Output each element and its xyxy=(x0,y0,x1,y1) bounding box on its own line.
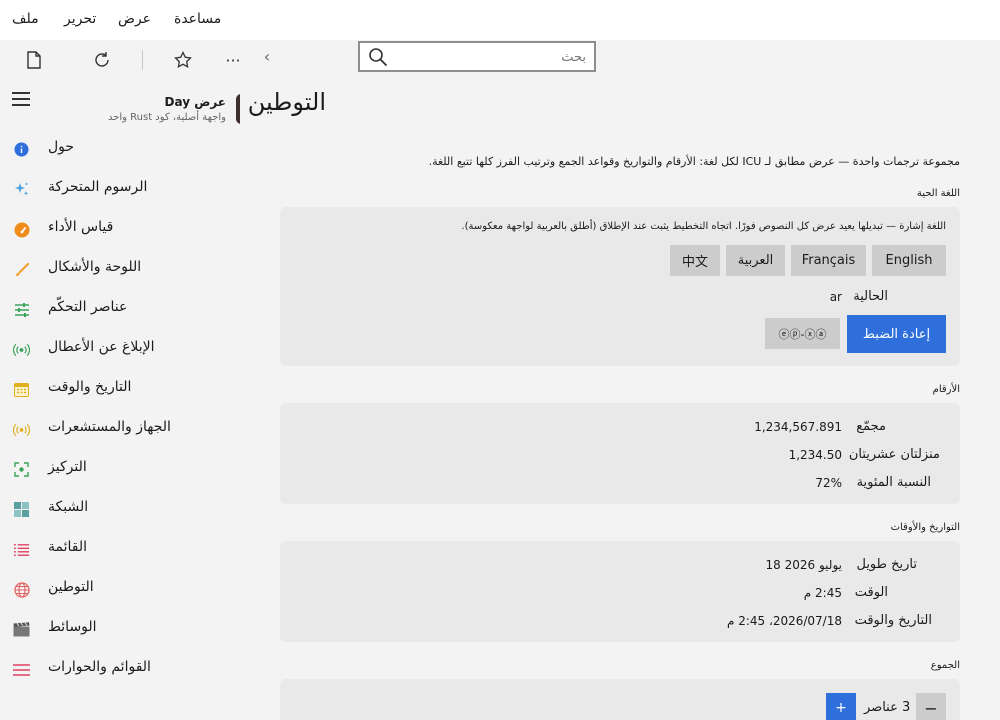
clapperboard-icon xyxy=(13,621,30,638)
sidebar-item-label: الوسائط xyxy=(48,619,97,635)
info-icon xyxy=(13,141,30,158)
number-row-value: 1,234,567.891 xyxy=(754,420,842,434)
pseudo-locale-button[interactable]: ⓔⓟ-ⓧⓐ xyxy=(765,318,840,349)
sparkle-icon xyxy=(13,181,30,198)
number-row-label: مجمّع xyxy=(856,419,886,434)
menu-file[interactable]: ملف xyxy=(12,11,39,27)
sidebar-item-label: الشبكة xyxy=(48,499,89,515)
language-button-arabic[interactable]: العربية xyxy=(726,245,785,276)
live-language-card: اللغة إشارة — تبديلها يعيد عرض كل النصوص… xyxy=(280,207,960,366)
sidebar-item-media[interactable]: الوسائط xyxy=(0,609,240,649)
sidebar-item-device-sensors[interactable]: الجهاز والمستشعرات xyxy=(0,409,240,449)
favorite-button[interactable] xyxy=(171,48,195,72)
sidebar-item-animations[interactable]: الرسوم المتحركة xyxy=(0,169,240,209)
language-button-english[interactable]: English xyxy=(872,245,946,276)
number-row-value: 72% xyxy=(815,476,842,490)
back-button[interactable]: ‹ xyxy=(255,44,279,68)
sensor-icon xyxy=(13,421,30,438)
search-icon[interactable] xyxy=(368,47,388,67)
section-title-numbers: الأرقام xyxy=(932,384,960,395)
date-row-value: 2026/07/18، 2:45 م xyxy=(726,614,842,628)
sidebar-item-controls[interactable]: عناصر التحكّم xyxy=(0,289,240,329)
reset-button[interactable]: إعادة الضبط xyxy=(847,315,946,353)
sidebar-item-list[interactable]: القائمة xyxy=(0,529,240,569)
sidebar-item-label: التركيز xyxy=(48,459,87,475)
section-title-dates: التواريخ والأوقات xyxy=(890,522,960,533)
section-title-live-language: اللغة الحية xyxy=(916,188,960,199)
new-document-button[interactable] xyxy=(22,48,46,72)
date-row-label: تاريخ طويل xyxy=(856,557,917,572)
number-row-value: 1,234.50 xyxy=(788,448,842,462)
plural-count-text: 3 عناصر xyxy=(864,700,911,715)
sidebar-item-date-time[interactable]: التاريخ والوقت xyxy=(0,369,240,409)
sidebar-item-canvas[interactable]: اللوحة والأشكال xyxy=(0,249,240,289)
increment-button[interactable]: + xyxy=(826,693,856,720)
main-content: التوطين مجموعة ترجمات واحدة — عرض مطابق … xyxy=(240,80,1000,720)
app-subtitle: واجهة أصلية، كود Rust واحد xyxy=(107,112,226,123)
menu-view[interactable]: عرض xyxy=(118,11,151,27)
sidebar-item-label: التوطين xyxy=(48,579,94,595)
app-title: عرض Day xyxy=(164,95,227,109)
live-language-note: اللغة إشارة — تبديلها يعيد عرض كل النصوص… xyxy=(461,221,946,232)
date-row-value: 2:45 م xyxy=(803,586,842,600)
sliders-icon xyxy=(13,301,30,318)
sidebar-item-label: اللوحة والأشكال xyxy=(48,259,142,275)
sidebar-item-label: التاريخ والوقت xyxy=(48,379,132,395)
hamburger-menu-icon[interactable] xyxy=(12,92,30,106)
star-icon xyxy=(174,51,192,69)
current-language-value: ar xyxy=(829,290,842,304)
grid-icon xyxy=(13,501,30,518)
menu-bar: مساعدة عرض تحرير ملف xyxy=(0,0,1000,40)
sidebar-item-localization[interactable]: التوطين xyxy=(0,569,240,609)
intro-text: مجموعة ترجمات واحدة — عرض مطابق لـ ICU ل… xyxy=(428,155,960,168)
menu-icon xyxy=(13,661,30,678)
brush-icon xyxy=(13,261,30,278)
current-language-label: الحالية xyxy=(853,289,888,304)
more-button[interactable]: ··· xyxy=(221,48,245,72)
toolbar-divider xyxy=(142,50,143,70)
numbers-card: مجمّع 1,234,567.891 منزلتان عشريتان 1,23… xyxy=(280,403,960,504)
number-row-label: النسبة المئوية xyxy=(856,475,931,490)
refresh-icon xyxy=(95,52,109,67)
list-icon xyxy=(13,541,30,558)
plurals-card: − 3 عناصر + xyxy=(280,679,960,720)
sidebar-item-label: عناصر التحكّم xyxy=(48,299,128,315)
sidebar-item-label: القائمة xyxy=(48,539,87,555)
calendar-icon xyxy=(13,381,30,398)
date-row-label: الوقت xyxy=(854,585,888,600)
search-input[interactable] xyxy=(394,46,586,68)
search-box xyxy=(358,41,596,72)
sidebar-item-label: الإبلاغ عن الأعطال xyxy=(48,339,155,355)
new-document-icon xyxy=(27,51,41,69)
sidebar-item-label: حول xyxy=(48,139,75,155)
number-row-label: منزلتان عشريتان xyxy=(848,447,940,462)
sidebar-item-focus[interactable]: التركيز xyxy=(0,449,240,489)
broadcast-icon xyxy=(13,341,30,358)
sidebar-item-menus-dialogs[interactable]: القوائم والحوارات xyxy=(0,649,240,689)
focus-icon xyxy=(13,461,30,478)
globe-icon xyxy=(13,581,30,598)
sidebar-item-grid[interactable]: الشبكة xyxy=(0,489,240,529)
menu-help[interactable]: مساعدة xyxy=(174,11,221,27)
speedometer-icon xyxy=(13,221,30,238)
section-title-plurals: الجموع xyxy=(930,660,960,671)
decrement-button[interactable]: − xyxy=(916,693,946,720)
dates-card: تاريخ طويل 18 يوليو 2026 الوقت 2:45 م ال… xyxy=(280,541,960,642)
language-button-french[interactable]: Français xyxy=(791,245,866,276)
date-row-value: 18 يوليو 2026 xyxy=(765,558,842,572)
sidebar: عرض Day واجهة أصلية، كود Rust واحد حول ا… xyxy=(0,80,244,720)
language-button-chinese[interactable]: 中文 xyxy=(670,245,720,276)
sidebar-item-performance[interactable]: قياس الأداء xyxy=(0,209,240,249)
sidebar-item-label: الجهاز والمستشعرات xyxy=(48,419,171,435)
menu-edit[interactable]: تحرير xyxy=(64,11,96,27)
sidebar-item-about[interactable]: حول xyxy=(0,129,240,169)
sidebar-item-label: قياس الأداء xyxy=(48,219,114,235)
date-row-label: التاريخ والوقت xyxy=(854,613,932,628)
sidebar-item-crash-reporting[interactable]: الإبلاغ عن الأعطال xyxy=(0,329,240,369)
sidebar-item-label: القوائم والحوارات xyxy=(48,659,151,675)
page-title: التوطين xyxy=(247,88,326,116)
sidebar-item-label: الرسوم المتحركة xyxy=(48,179,148,195)
refresh-button[interactable] xyxy=(90,48,114,72)
